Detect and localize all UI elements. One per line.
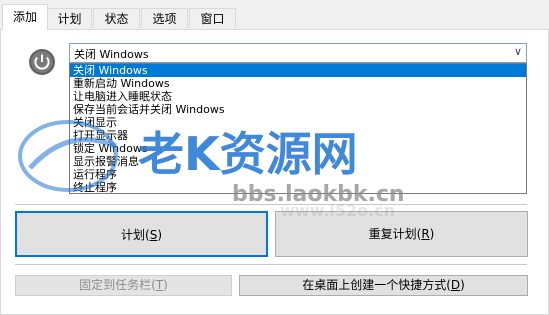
option-restart[interactable]: 重新启动 Windows: [70, 77, 526, 90]
repeat-plan-button[interactable]: 重复计划(R): [275, 211, 528, 257]
tab-label: 窗口: [200, 12, 225, 26]
repeat-button-suffix: ): [429, 227, 435, 241]
create-shortcut-button[interactable]: 在桌面上创建一个快捷方式(D): [239, 275, 528, 296]
action-dropdown-list: 关闭 Windows 重新启动 Windows 让电脑进入睡眠状态 保存当前会话…: [69, 63, 527, 194]
option-display-on[interactable]: 打开显示器: [70, 129, 526, 142]
tab-window[interactable]: 窗口: [189, 8, 236, 28]
pin-button-suffix: ): [163, 278, 168, 292]
tab-strip: 添加 计划 状态 选项 窗口: [0, 0, 549, 30]
action-select[interactable]: 关闭 Windows ∨: [69, 43, 527, 63]
shortcut-button-label: 在桌面上创建一个快捷方式(: [302, 278, 451, 292]
plan-button[interactable]: 计划(S): [15, 211, 268, 257]
tab-status[interactable]: 状态: [93, 8, 140, 28]
option-save-session-shutdown[interactable]: 保存当前会话并关闭 Windows: [70, 103, 526, 116]
divider: [15, 264, 527, 265]
shortcut-button-suffix: ): [460, 278, 465, 292]
tab-label: 状态: [104, 12, 129, 26]
plan-button-suffix: ): [157, 228, 162, 242]
plan-button-label: 计划(: [121, 228, 150, 242]
chevron-down-icon[interactable]: ∨: [514, 45, 522, 58]
option-sleep[interactable]: 让电脑进入睡眠状态: [70, 90, 526, 103]
option-alarm-message[interactable]: 显示报警消息: [70, 155, 526, 168]
pin-to-taskbar-button[interactable]: 固定到任务栏(T): [15, 275, 232, 296]
tab-label: 计划: [57, 12, 82, 26]
repeat-button-label: 重复计划(: [368, 227, 422, 241]
option-lock[interactable]: 锁定 Windows: [70, 142, 526, 155]
tab-label: 选项: [152, 12, 177, 26]
power-icon: [29, 49, 55, 75]
pin-button-label: 固定到任务栏(: [79, 278, 156, 292]
shortcut-button-accel: D: [450, 278, 461, 292]
option-run-program[interactable]: 运行程序: [70, 168, 526, 181]
tab-schedule[interactable]: 计划: [47, 8, 92, 28]
option-display-off[interactable]: 关闭显示: [70, 116, 526, 129]
option-kill-program[interactable]: 终止程序: [70, 181, 526, 194]
tab-label: 添加: [12, 10, 37, 24]
tab-add[interactable]: 添加: [2, 4, 48, 30]
tab-options[interactable]: 选项: [141, 8, 188, 28]
action-select-value: 关闭 Windows: [74, 48, 149, 61]
divider: [15, 204, 527, 205]
repeat-button-accel: R: [421, 227, 430, 241]
option-shutdown[interactable]: 关闭 Windows: [70, 64, 526, 77]
